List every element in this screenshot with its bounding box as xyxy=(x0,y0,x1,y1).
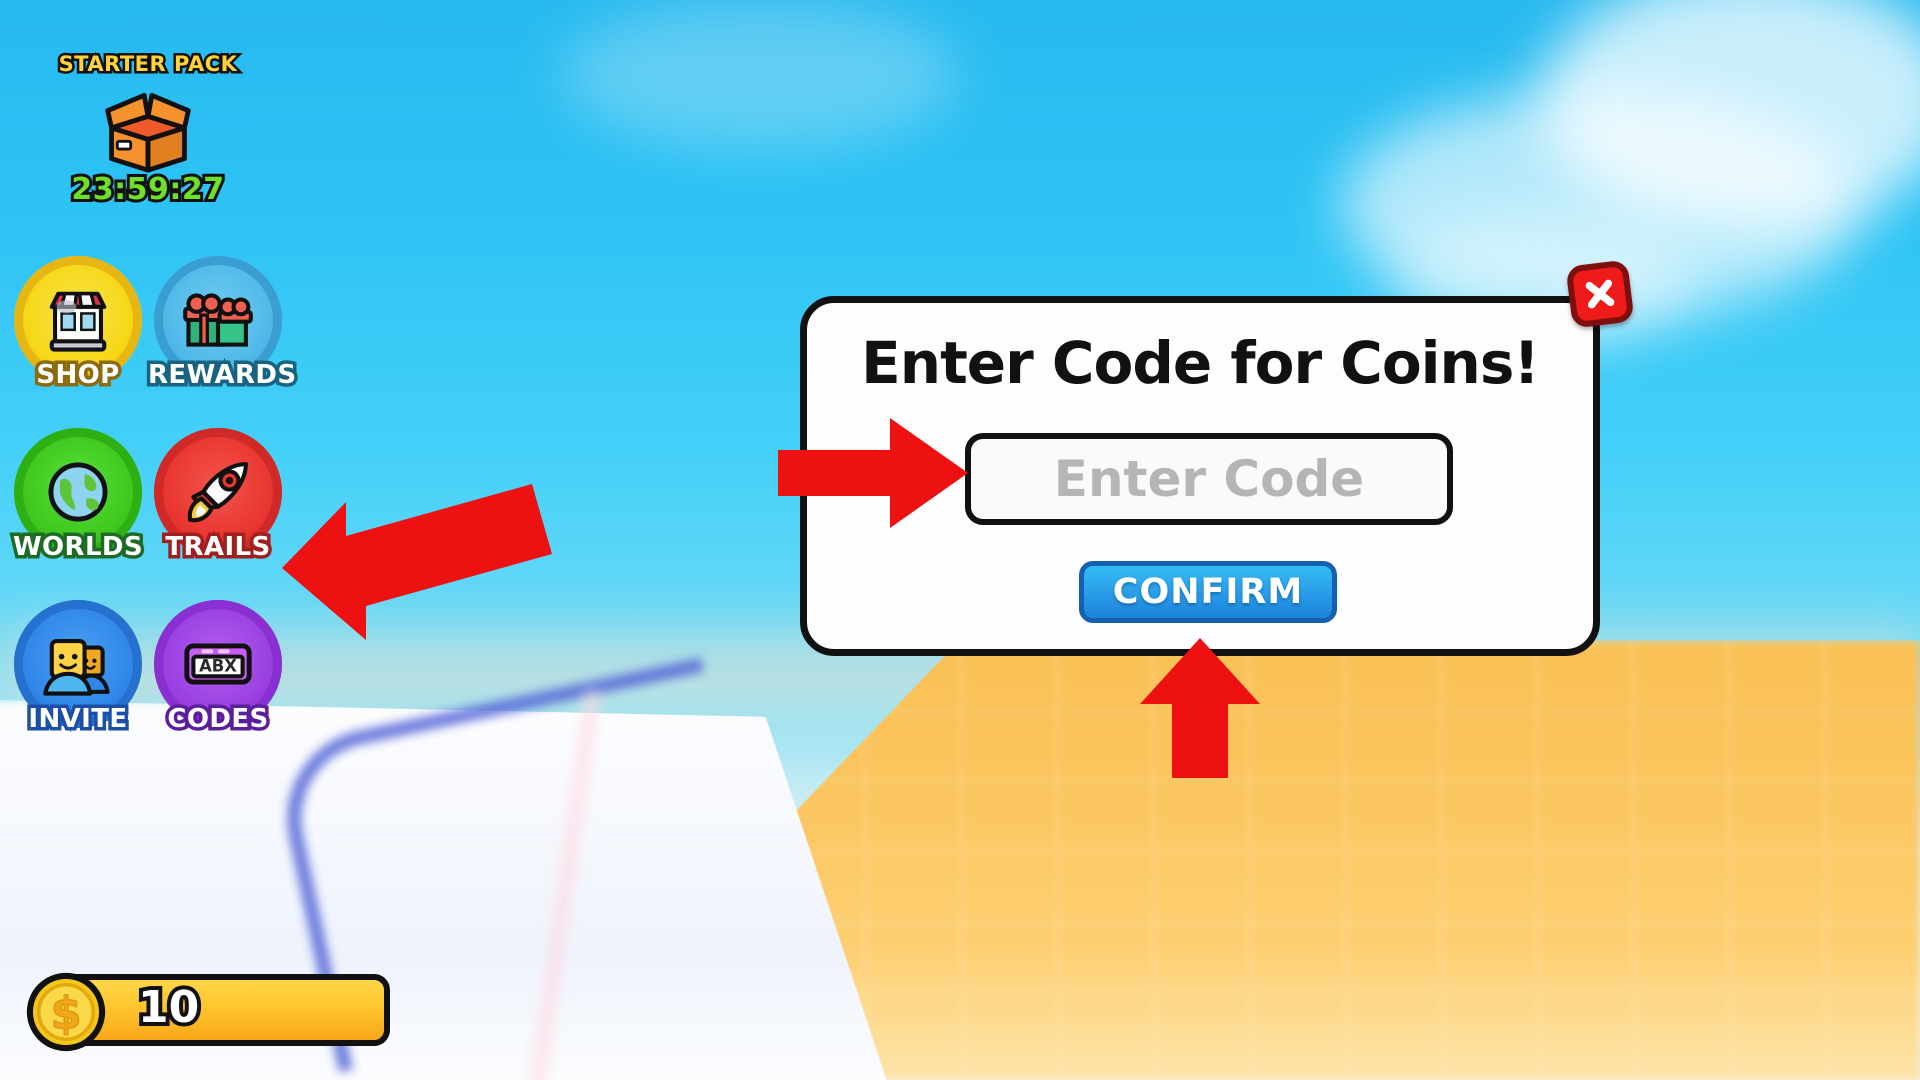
globe-icon xyxy=(48,462,108,522)
cloud-decoration xyxy=(1540,0,1920,230)
dollar-coin-icon: $ xyxy=(26,972,106,1052)
code-input-wrapper[interactable] xyxy=(965,433,1453,525)
enter-code-dialog: Enter Code for Coins! CONFIRM xyxy=(800,259,1635,656)
menu-item-invite[interactable]: INVITE xyxy=(8,600,148,772)
close-x-icon xyxy=(1585,279,1615,309)
abx-keyboard-icon: ABX xyxy=(184,643,252,685)
menu-label-trails: TRAILS xyxy=(162,529,274,566)
menu-label-rewards: REWARDS xyxy=(145,357,300,394)
svg-text:ABX: ABX xyxy=(199,656,237,675)
friends-icon xyxy=(43,638,110,696)
menu-item-trails[interactable]: TRAILS xyxy=(148,428,288,600)
menu-label-codes: CODES xyxy=(164,701,272,738)
menu-label-worlds: WORLDS xyxy=(9,529,146,566)
svg-text:$: $ xyxy=(51,988,82,1039)
dialog-title: Enter Code for Coins! xyxy=(861,329,1540,397)
open-box-icon xyxy=(105,92,191,173)
currency-amount: 10 xyxy=(134,978,203,1037)
confirm-button[interactable]: CONFIRM xyxy=(1079,561,1337,623)
gift-icon xyxy=(183,293,253,347)
rocket-icon xyxy=(187,462,248,523)
game-screen: STARTER PACK 23:59:27 SHOP REWARDS WORLD… xyxy=(0,0,1920,1080)
close-button[interactable] xyxy=(1565,259,1635,329)
menu-item-worlds[interactable]: WORLDS xyxy=(8,428,148,600)
starter-pack-title: STARTER PACK xyxy=(56,50,239,79)
menu-label-invite: INVITE xyxy=(25,701,131,738)
starter-pack-button[interactable]: STARTER PACK 23:59:27 xyxy=(48,50,248,211)
starter-pack-timer: 23:59:27 xyxy=(68,169,227,210)
menu-item-codes[interactable]: ABX CODES xyxy=(148,600,288,772)
menu-item-shop[interactable]: SHOP xyxy=(8,256,148,428)
code-input[interactable] xyxy=(971,439,1447,519)
cloud-decoration xyxy=(560,0,960,150)
currency-display[interactable]: 10 $ xyxy=(18,968,390,1054)
side-menu: SHOP REWARDS WORLDS TRAILS INVITE ABX CO… xyxy=(8,256,300,772)
storefront-icon xyxy=(49,291,107,352)
menu-label-shop: SHOP xyxy=(33,357,123,394)
menu-item-rewards[interactable]: REWARDS xyxy=(145,256,300,428)
